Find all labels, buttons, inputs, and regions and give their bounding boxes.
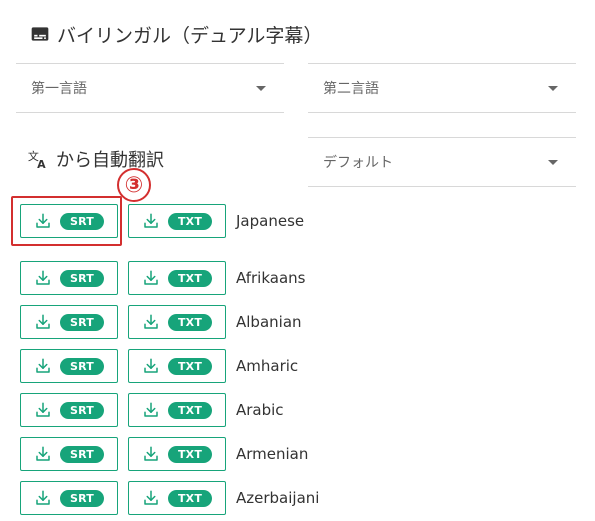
download-srt-button[interactable]: SRT	[20, 261, 118, 295]
txt-badge: TXT	[167, 212, 213, 230]
language-row: SRT TXT Armenian	[20, 436, 308, 472]
download-srt-button[interactable]: SRT	[20, 437, 118, 471]
download-txt-button[interactable]: TXT	[128, 393, 226, 427]
language-row: SRT TXT Albanian	[20, 304, 302, 340]
download-txt-button[interactable]: TXT	[128, 204, 226, 238]
txt-badge: TXT	[167, 401, 213, 419]
download-icon	[144, 402, 158, 417]
download-srt-button[interactable]: SRT	[20, 393, 118, 427]
download-icon	[144, 314, 158, 329]
download-srt-button[interactable]: SRT	[20, 481, 118, 515]
language-name: Afrikaans	[236, 269, 306, 287]
section-heading: バイリンガル（デュアル字幕）	[30, 20, 322, 48]
download-txt-button[interactable]: TXT	[128, 305, 226, 339]
first-language-select[interactable]: 第一言語	[16, 63, 284, 113]
language-row: SRT TXT Azerbaijani	[20, 480, 319, 516]
download-txt-button[interactable]: TXT	[128, 349, 226, 383]
download-txt-button[interactable]: TXT	[128, 437, 226, 471]
txt-badge: TXT	[167, 489, 213, 507]
subtitles-icon	[31, 27, 49, 41]
chevron-down-icon	[548, 85, 558, 91]
download-icon	[144, 358, 158, 373]
language-name: Japanese	[236, 212, 305, 230]
language-row: SRT TXT Amharic	[20, 348, 298, 384]
auto-translate-value: デフォルト	[323, 155, 393, 171]
auto-translate-heading: 文 A から自動翻訳	[27, 146, 164, 172]
download-srt-button[interactable]: SRT	[20, 305, 118, 339]
txt-badge: TXT	[167, 445, 213, 463]
txt-badge: TXT	[167, 269, 213, 287]
download-icon	[36, 270, 50, 285]
language-name: Amharic	[236, 357, 299, 375]
chevron-down-icon	[548, 159, 558, 165]
first-language-label: 第一言語	[31, 81, 87, 97]
highlight-box	[11, 196, 122, 246]
download-txt-button[interactable]: TXT	[128, 481, 226, 515]
download-txt-button[interactable]: TXT	[128, 261, 226, 295]
section-title: バイリンガル（デュアル字幕）	[57, 24, 323, 47]
download-icon	[36, 490, 50, 505]
language-row: SRT TXT Arabic	[20, 392, 284, 428]
second-language-label: 第二言語	[323, 81, 379, 97]
txt-badge: TXT	[167, 357, 213, 375]
download-icon	[36, 358, 50, 373]
language-name: Armenian	[236, 445, 309, 463]
download-icon	[144, 446, 158, 461]
step-badge: ③	[117, 168, 151, 202]
auto-translate-select[interactable]: デフォルト	[308, 137, 576, 187]
srt-badge: SRT	[59, 269, 104, 287]
chevron-down-icon	[256, 85, 266, 91]
language-name: Arabic	[236, 401, 284, 419]
srt-badge: SRT	[59, 445, 104, 463]
download-icon	[36, 314, 50, 329]
language-row: SRT TXT Afrikaans	[20, 260, 305, 296]
language-name: Albanian	[236, 313, 302, 331]
translate-icon: 文 A	[28, 149, 46, 170]
srt-badge: SRT	[59, 313, 104, 331]
txt-badge: TXT	[167, 313, 213, 331]
second-language-select[interactable]: 第二言語	[308, 63, 576, 113]
srt-badge: SRT	[59, 357, 104, 375]
download-icon	[144, 213, 158, 228]
language-name: Azerbaijani	[236, 489, 320, 507]
download-icon	[144, 270, 158, 285]
srt-badge: SRT	[59, 489, 104, 507]
srt-badge: SRT	[59, 401, 104, 419]
auto-translate-label: から自動翻訳	[56, 150, 164, 171]
svg-text:A: A	[37, 158, 46, 170]
download-icon	[36, 402, 50, 417]
download-icon	[36, 446, 50, 461]
download-icon	[144, 490, 158, 505]
download-srt-button[interactable]: SRT	[20, 349, 118, 383]
